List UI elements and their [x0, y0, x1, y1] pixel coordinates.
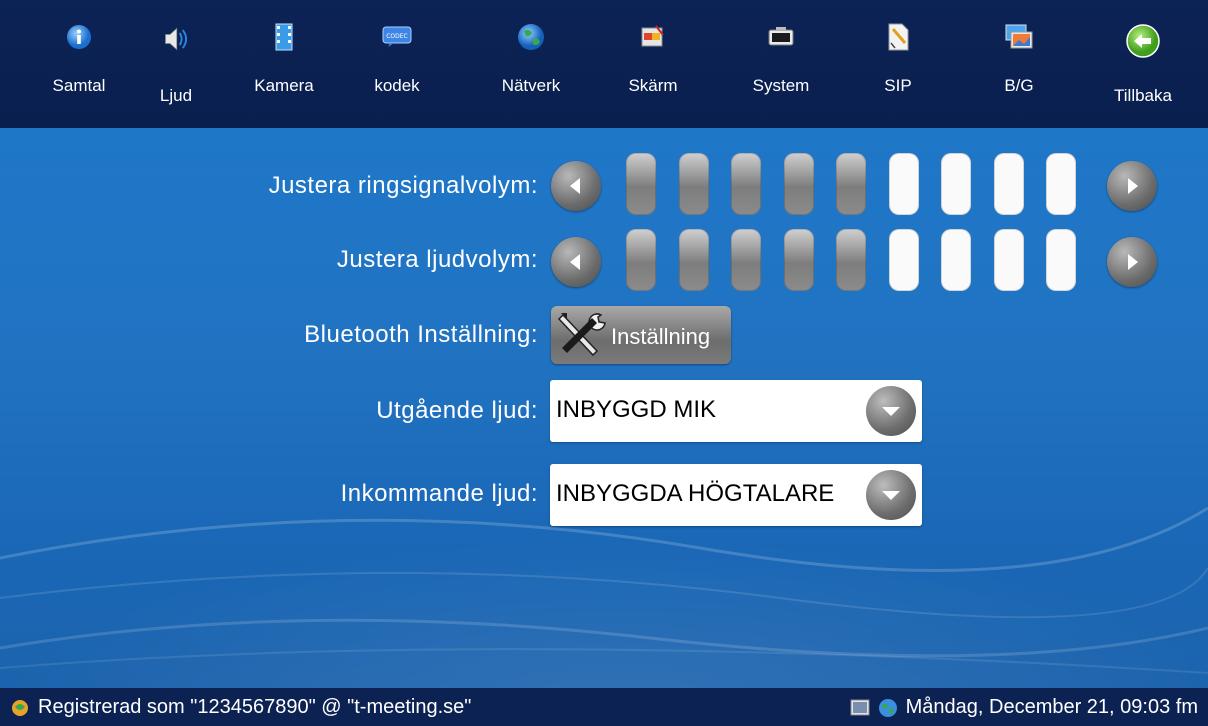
registration-status-text: Registrerad som "1234567890" @ "t-meetin… [38, 696, 472, 718]
info-icon [64, 22, 94, 52]
volume-segment[interactable] [731, 229, 761, 291]
nav-label: System [752, 76, 810, 95]
output-audio-label: Utgående ljud: [376, 397, 538, 424]
volume-segment[interactable] [626, 153, 656, 215]
dropdown-arrow-icon[interactable] [866, 386, 916, 436]
volume-segment[interactable] [731, 153, 761, 215]
volume-segment[interactable] [993, 153, 1024, 215]
ring-volume-increase-button[interactable] [1107, 161, 1157, 211]
bluetooth-settings-button[interactable]: Inställning [551, 306, 731, 364]
input-audio-value: INBYGGDA HÖGTALARE [556, 480, 835, 507]
back-arrow-icon [1126, 24, 1160, 58]
dropdown-arrow-icon[interactable] [866, 470, 916, 520]
document-icon [883, 22, 913, 52]
network-globe-icon [878, 698, 897, 717]
nav-item-kodek[interactable]: CODEC kodek [364, 0, 430, 128]
audio-volume-increase-button[interactable] [1107, 237, 1157, 287]
ring-volume-label: Justera ringsignalvolym: [268, 172, 538, 199]
nav-label: Kamera [254, 76, 314, 95]
left-arrow-icon [570, 178, 580, 194]
tools-icon [557, 313, 606, 357]
nav-item-skarm[interactable]: Skärm [622, 0, 684, 128]
codec-icon: CODEC [382, 22, 412, 52]
volume-segment[interactable] [836, 153, 866, 215]
monitor-icon [850, 699, 870, 715]
input-audio-label: Inkommande ljud: [340, 480, 538, 507]
volume-segment[interactable] [888, 229, 919, 291]
nav-item-tillbaka[interactable]: Tillbaka [1102, 0, 1184, 128]
volume-segment[interactable] [1046, 153, 1076, 215]
system-icon [766, 22, 796, 52]
bluetooth-settings-label: Bluetooth Inställning: [304, 321, 538, 348]
bluetooth-button-label: Inställning [611, 324, 711, 349]
volume-segment[interactable] [783, 229, 814, 291]
input-audio-select[interactable]: INBYGGDA HÖGTALARE [550, 464, 922, 526]
nav-item-bg[interactable]: B/G [996, 0, 1042, 128]
ring-volume-decrease-button[interactable] [551, 161, 601, 211]
audio-settings-panel: Justera ringsignalvolym: Justera ljudvol… [0, 128, 1208, 688]
nav-label: Tillbaka [1114, 86, 1172, 105]
nav-label: Samtal [52, 76, 106, 95]
nav-item-kamera[interactable]: Kamera [245, 0, 323, 128]
nav-label: B/G [1004, 76, 1034, 95]
nav-item-samtal[interactable]: Samtal [44, 0, 114, 128]
nav-label: Ljud [159, 86, 193, 105]
output-audio-value: INBYGGD MIK [556, 396, 717, 423]
date-time-text: Måndag, December 21, 09:03 fm [905, 696, 1198, 718]
volume-segment[interactable] [941, 229, 971, 291]
globe-icon [516, 22, 546, 52]
background-image-icon [1004, 22, 1034, 52]
right-arrow-icon [1128, 178, 1138, 194]
audio-volume-decrease-button[interactable] [551, 237, 601, 287]
left-arrow-icon [570, 254, 580, 270]
top-navigation-bar: Samtal Ljud Kamera CODEC kodek Nätverk S… [0, 0, 1208, 128]
audio-volume-label: Justera ljudvolym: [336, 246, 538, 273]
film-icon [269, 22, 299, 52]
volume-segment[interactable] [626, 229, 656, 291]
volume-segment[interactable] [941, 153, 971, 215]
nav-item-natverk[interactable]: Nätverk [490, 0, 572, 128]
volume-segment[interactable] [783, 153, 814, 215]
svg-text:CODEC: CODEC [386, 33, 408, 40]
volume-segment[interactable] [993, 229, 1024, 291]
nav-item-system[interactable]: System [744, 0, 818, 128]
nav-label: SIP [884, 76, 912, 95]
registration-status-icon [12, 699, 28, 716]
nav-item-ljud[interactable]: Ljud [146, 0, 206, 128]
right-arrow-icon [1128, 254, 1138, 270]
volume-segment[interactable] [836, 229, 866, 291]
volume-segment[interactable] [678, 153, 709, 215]
nav-label: Skärm [628, 76, 678, 95]
speaker-icon [161, 24, 191, 54]
screen-icon [638, 22, 668, 52]
status-bar: Registrerad som "1234567890" @ "t-meetin… [0, 688, 1208, 726]
volume-segment[interactable] [1046, 229, 1076, 291]
nav-label: Nätverk [501, 76, 561, 95]
nav-label: kodek [374, 76, 420, 95]
volume-segment[interactable] [678, 229, 709, 291]
nav-item-sip[interactable]: SIP [876, 0, 920, 128]
output-audio-select[interactable]: INBYGGD MIK [550, 380, 922, 442]
volume-segment[interactable] [888, 153, 919, 215]
